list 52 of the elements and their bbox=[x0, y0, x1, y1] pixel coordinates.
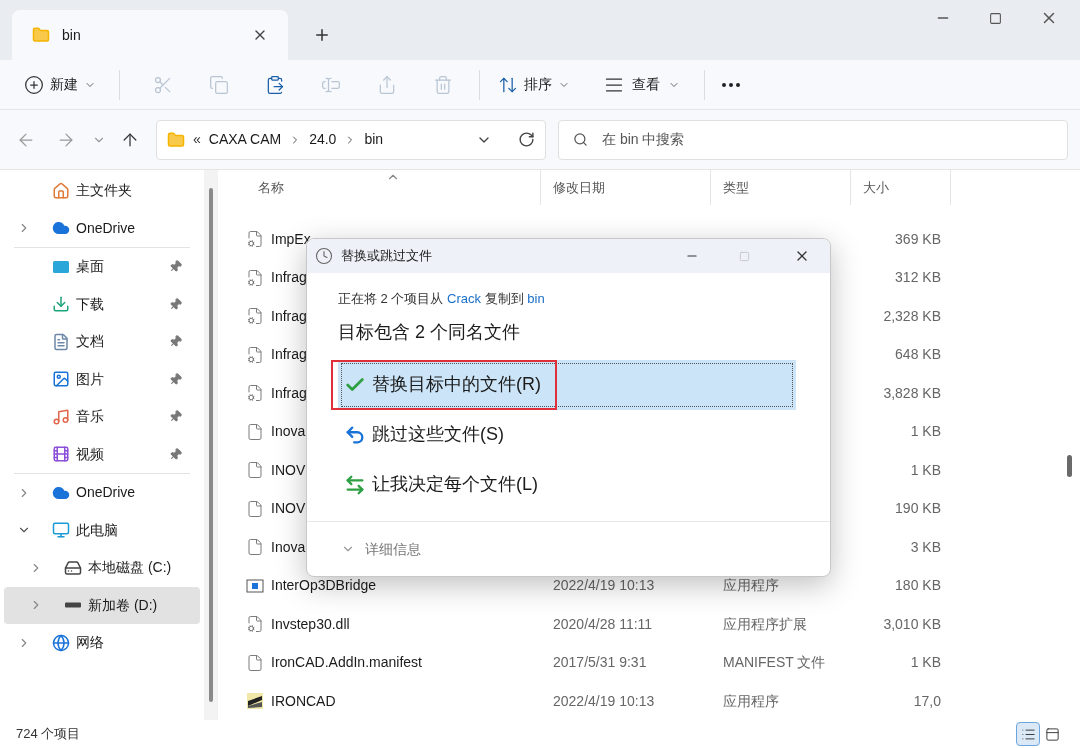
file-name: Infrag bbox=[271, 306, 307, 326]
file-name: Inova bbox=[271, 537, 306, 557]
file-size: 2,328 KB bbox=[883, 306, 941, 326]
item-count: 724 个项目 bbox=[16, 725, 82, 744]
file-size: 3 KB bbox=[910, 537, 941, 557]
nav-label: 此电脑 bbox=[76, 520, 118, 540]
file-name: IronCAD.AddIn.manifest bbox=[271, 653, 422, 673]
nav-label: 本地磁盘 (C:) bbox=[88, 558, 172, 578]
file-name: InterOp3DBridge bbox=[271, 576, 377, 596]
file-size: 369 KB bbox=[895, 229, 941, 249]
nav-label: 桌面 bbox=[76, 257, 104, 277]
nav-label: OneDrive bbox=[76, 483, 136, 503]
file-size: 1 KB bbox=[910, 422, 941, 442]
file-name: Invstep30.dll bbox=[271, 614, 350, 634]
file-name: INOV bbox=[271, 499, 306, 519]
nav-label: 视频 bbox=[76, 444, 104, 464]
dialog-title: 替换或跳过文件 bbox=[341, 247, 433, 266]
dialog-heading: 目标包含 2 个同名文件 bbox=[338, 320, 521, 344]
file-size: 3,828 KB bbox=[883, 383, 941, 403]
file-size: 190 KB bbox=[895, 499, 941, 519]
file-size: 312 KB bbox=[895, 268, 941, 288]
file-name: IRONCAD bbox=[271, 691, 336, 711]
file-name: ImpEx bbox=[271, 229, 311, 249]
file-size: 180 KB bbox=[895, 576, 941, 596]
file-name: Inova bbox=[271, 422, 306, 442]
file-type: MANIFEST 文件 bbox=[723, 654, 826, 671]
nav-label: 音乐 bbox=[76, 407, 104, 427]
nav-label: 网络 bbox=[76, 633, 104, 653]
file-size: 1 KB bbox=[910, 460, 941, 480]
file-type: 应用程序扩展 bbox=[723, 615, 807, 632]
nav-label: 文档 bbox=[76, 332, 104, 352]
file-size: 648 KB bbox=[895, 345, 941, 365]
file-type: 应用程序 bbox=[723, 577, 779, 594]
nav-label: 下载 bbox=[76, 294, 104, 314]
file-name: Infrag bbox=[271, 268, 307, 288]
file-size: 17,0 bbox=[913, 691, 941, 711]
modified-date: 2020/4/28 11:11 bbox=[553, 615, 653, 632]
file-size: 1 KB bbox=[910, 653, 941, 673]
modified-date: 2022/4/19 10:13 bbox=[553, 577, 655, 594]
file-name: INOV bbox=[271, 460, 306, 480]
modified-date: 2022/4/19 10:13 bbox=[553, 692, 655, 709]
nav-label: 主文件夹 bbox=[76, 181, 132, 201]
file-name: Infrag bbox=[271, 345, 307, 365]
nav-label: OneDrive bbox=[76, 218, 136, 238]
tab-title: bin bbox=[62, 25, 82, 45]
copy-message: 正在将 2 个项目从 Crack 复制到 bin bbox=[338, 290, 546, 308]
nav-label: 图片 bbox=[76, 369, 104, 389]
file-name: Infrag bbox=[271, 383, 307, 403]
nav-label: 新加卷 (D:) bbox=[88, 595, 158, 615]
file-type: 应用程序 bbox=[723, 692, 779, 709]
file-size: 3,010 KB bbox=[883, 614, 941, 634]
modified-date: 2017/5/31 9:31 bbox=[553, 654, 647, 671]
